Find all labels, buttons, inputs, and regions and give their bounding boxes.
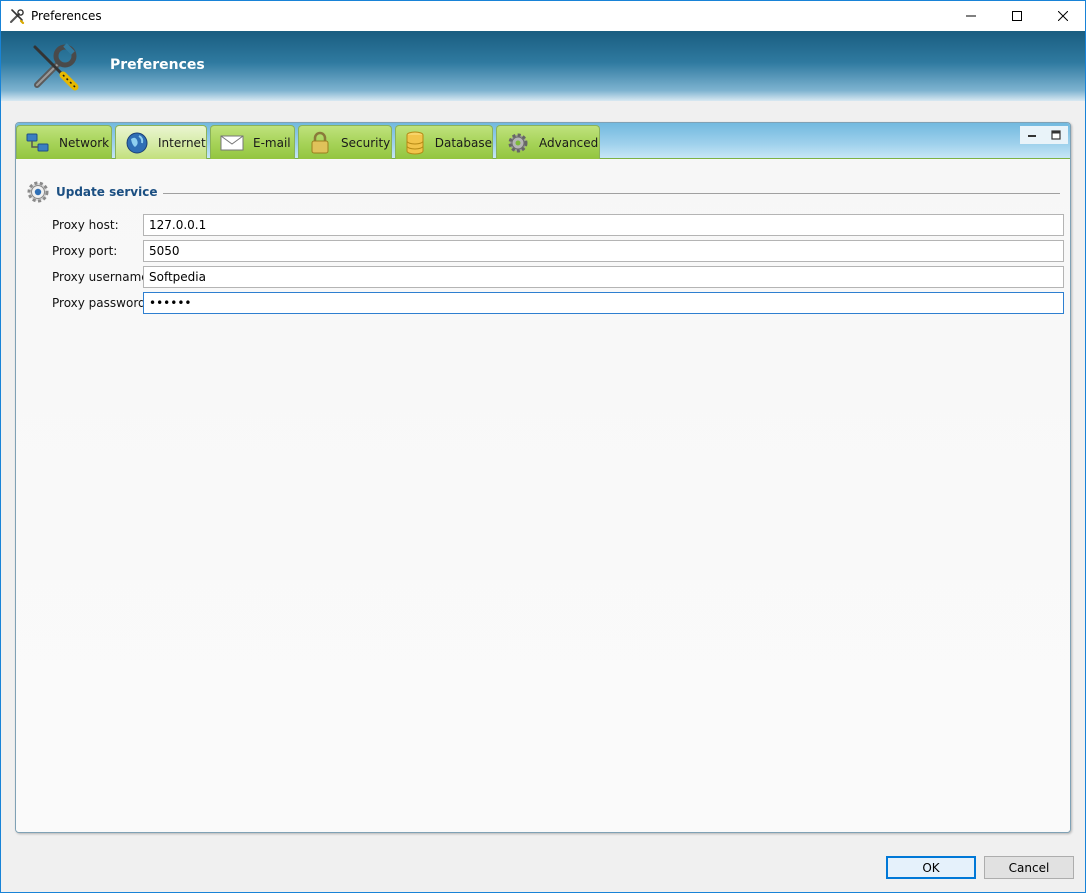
window-title: Preferences: [31, 9, 102, 23]
ok-button[interactable]: OK: [886, 856, 976, 879]
title-bar[interactable]: Preferences: [1, 1, 1085, 31]
close-button[interactable]: [1040, 1, 1086, 31]
proxy-password-label: Proxy password:: [52, 296, 150, 310]
preferences-window: Preferences Preferences Network Internet…: [0, 0, 1086, 893]
minimize-button[interactable]: [948, 1, 994, 31]
tab-label: Database: [434, 135, 492, 150]
tab-label: Internet: [158, 135, 206, 150]
proxy-password-input[interactable]: [143, 292, 1064, 314]
proxy-username-label: Proxy username:: [52, 270, 153, 284]
maximize-button[interactable]: [994, 1, 1040, 31]
database-icon: [404, 130, 427, 156]
cancel-button[interactable]: Cancel: [984, 856, 1074, 879]
panel-window-buttons: [1020, 126, 1068, 144]
form-row-proxy-username: Proxy username:: [16, 266, 1070, 288]
proxy-port-label: Proxy port:: [52, 244, 118, 258]
globe-icon: [124, 130, 150, 156]
banner-title: Preferences: [110, 57, 205, 73]
gear-icon: [27, 181, 49, 203]
tab-label: Advanced: [539, 135, 599, 150]
form-row-proxy-host: Proxy host:: [16, 214, 1070, 236]
panel-restore-icon[interactable]: [1051, 130, 1061, 140]
proxy-host-input[interactable]: [143, 214, 1064, 236]
tab-label: Network: [59, 135, 110, 150]
proxy-host-label: Proxy host:: [52, 218, 119, 232]
proxy-username-input[interactable]: [143, 266, 1064, 288]
envelope-icon: [219, 130, 245, 156]
tab-network[interactable]: Network: [16, 125, 112, 159]
maximize-icon: [1012, 11, 1022, 21]
group-title: Update service: [56, 185, 158, 199]
panel-minimize-icon[interactable]: [1027, 130, 1037, 140]
tab-security[interactable]: Security: [298, 125, 392, 159]
network-icon: [25, 130, 51, 156]
proxy-port-input[interactable]: [143, 240, 1064, 262]
tools-icon: [10, 9, 25, 24]
tab-database[interactable]: Database: [395, 125, 493, 159]
lock-icon: [307, 130, 333, 156]
close-icon: [1058, 11, 1068, 21]
wrench-screwdriver-icon: [33, 43, 79, 91]
tab-strip: Network Internet E-mail Security Databas…: [16, 123, 1070, 159]
tab-advanced[interactable]: Advanced: [496, 125, 600, 159]
gear-icon: [505, 130, 531, 156]
header-banner: Preferences: [1, 31, 1085, 101]
settings-panel: Network Internet E-mail Security Databas…: [15, 122, 1071, 833]
tab-label: Security: [341, 135, 391, 150]
tab-content-internet: Update service Proxy host: Proxy port: P…: [16, 160, 1070, 832]
tab-email[interactable]: E-mail: [210, 125, 295, 159]
tab-label: E-mail: [253, 135, 291, 150]
group-divider: [163, 192, 1060, 194]
minimize-icon: [966, 15, 976, 17]
form-row-proxy-port: Proxy port:: [16, 240, 1070, 262]
form-row-proxy-password: Proxy password:: [16, 292, 1070, 314]
tab-internet[interactable]: Internet: [115, 125, 207, 159]
group-update-service: Update service: [26, 180, 1060, 204]
